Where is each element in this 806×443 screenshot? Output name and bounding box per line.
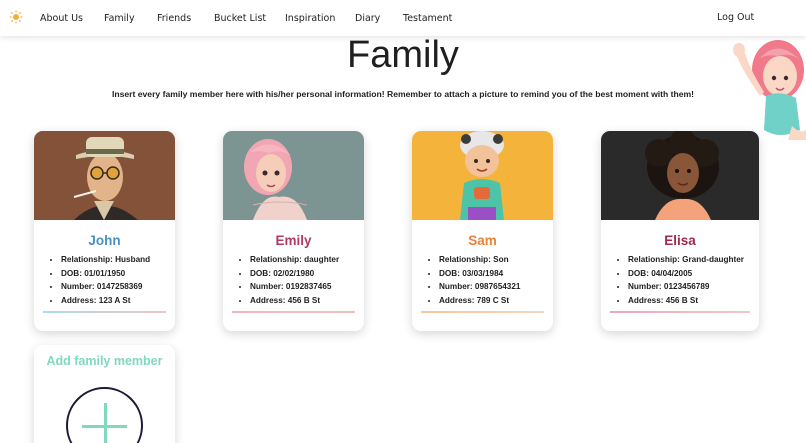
member-dob: DOB: 03/03/1984 — [439, 267, 553, 281]
member-details: Relationship: Husband DOB: 01/01/1950 Nu… — [61, 253, 175, 307]
member-photo — [412, 131, 553, 220]
page-title: Family — [347, 34, 459, 76]
member-number: Number: 0192837465 — [250, 280, 364, 294]
member-relationship: Relationship: daughter — [250, 253, 364, 267]
member-name: Elisa — [664, 233, 696, 248]
top-navbar: About Us Family Friends Bucket List Insp… — [0, 0, 806, 36]
family-member-card[interactable]: Emily Relationship: daughter DOB: 02/02/… — [223, 131, 364, 331]
card-divider — [421, 311, 544, 313]
member-number: Number: 0147258369 — [61, 280, 175, 294]
nav-diary[interactable]: Diary — [355, 13, 380, 24]
plus-icon — [104, 403, 107, 443]
member-number: Number: 0123456789 — [628, 280, 759, 294]
nav-family[interactable]: Family — [104, 13, 135, 24]
sun-icon[interactable] — [9, 10, 23, 24]
member-dob: DOB: 02/02/1980 — [250, 267, 364, 281]
card-divider — [610, 311, 750, 313]
family-member-card[interactable]: Sam Relationship: Son DOB: 03/03/1984 Nu… — [412, 131, 553, 331]
member-dob: DOB: 04/04/2005 — [628, 267, 759, 281]
logout-link[interactable]: Log Out — [717, 12, 754, 23]
family-member-card[interactable]: John Relationship: Husband DOB: 01/01/19… — [34, 131, 175, 331]
plus-icon-bar — [82, 425, 127, 428]
add-family-member-card[interactable]: Add family member — [34, 345, 175, 443]
member-details: Relationship: daughter DOB: 02/02/1980 N… — [250, 253, 364, 307]
member-relationship: Relationship: Son — [439, 253, 553, 267]
member-photo — [223, 131, 364, 220]
nav-about-us[interactable]: About Us — [40, 13, 83, 24]
member-name: John — [88, 233, 121, 248]
member-photo — [601, 131, 759, 220]
member-address: Address: 789 C St — [439, 294, 553, 308]
nav-testament[interactable]: Testament — [403, 13, 452, 24]
member-address: Address: 456 B St — [250, 294, 364, 308]
waving-girl-illustration — [733, 40, 806, 140]
member-dob: DOB: 01/01/1950 — [61, 267, 175, 281]
member-details: Relationship: Grand-daughter DOB: 04/04/… — [628, 253, 759, 307]
card-divider — [43, 311, 166, 313]
member-relationship: Relationship: Grand-daughter — [628, 253, 759, 267]
family-member-card[interactable]: Elisa Relationship: Grand-daughter DOB: … — [601, 131, 759, 331]
add-member-button[interactable] — [66, 387, 143, 443]
card-divider — [232, 311, 355, 313]
nav-inspiration[interactable]: Inspiration — [285, 13, 335, 24]
member-address: Address: 456 B St — [628, 294, 759, 308]
member-name: Emily — [275, 233, 312, 248]
add-family-member-title: Add family member — [46, 354, 163, 368]
member-name: Sam — [468, 233, 497, 248]
page-subtitle: Insert every family member here with his… — [111, 89, 695, 99]
member-details: Relationship: Son DOB: 03/03/1984 Number… — [439, 253, 553, 307]
member-relationship: Relationship: Husband — [61, 253, 175, 267]
member-photo — [34, 131, 175, 220]
member-address: Address: 123 A St — [61, 294, 175, 308]
nav-bucket-list[interactable]: Bucket List — [214, 13, 266, 24]
member-number: Number: 0987654321 — [439, 280, 553, 294]
nav-friends[interactable]: Friends — [157, 13, 191, 24]
